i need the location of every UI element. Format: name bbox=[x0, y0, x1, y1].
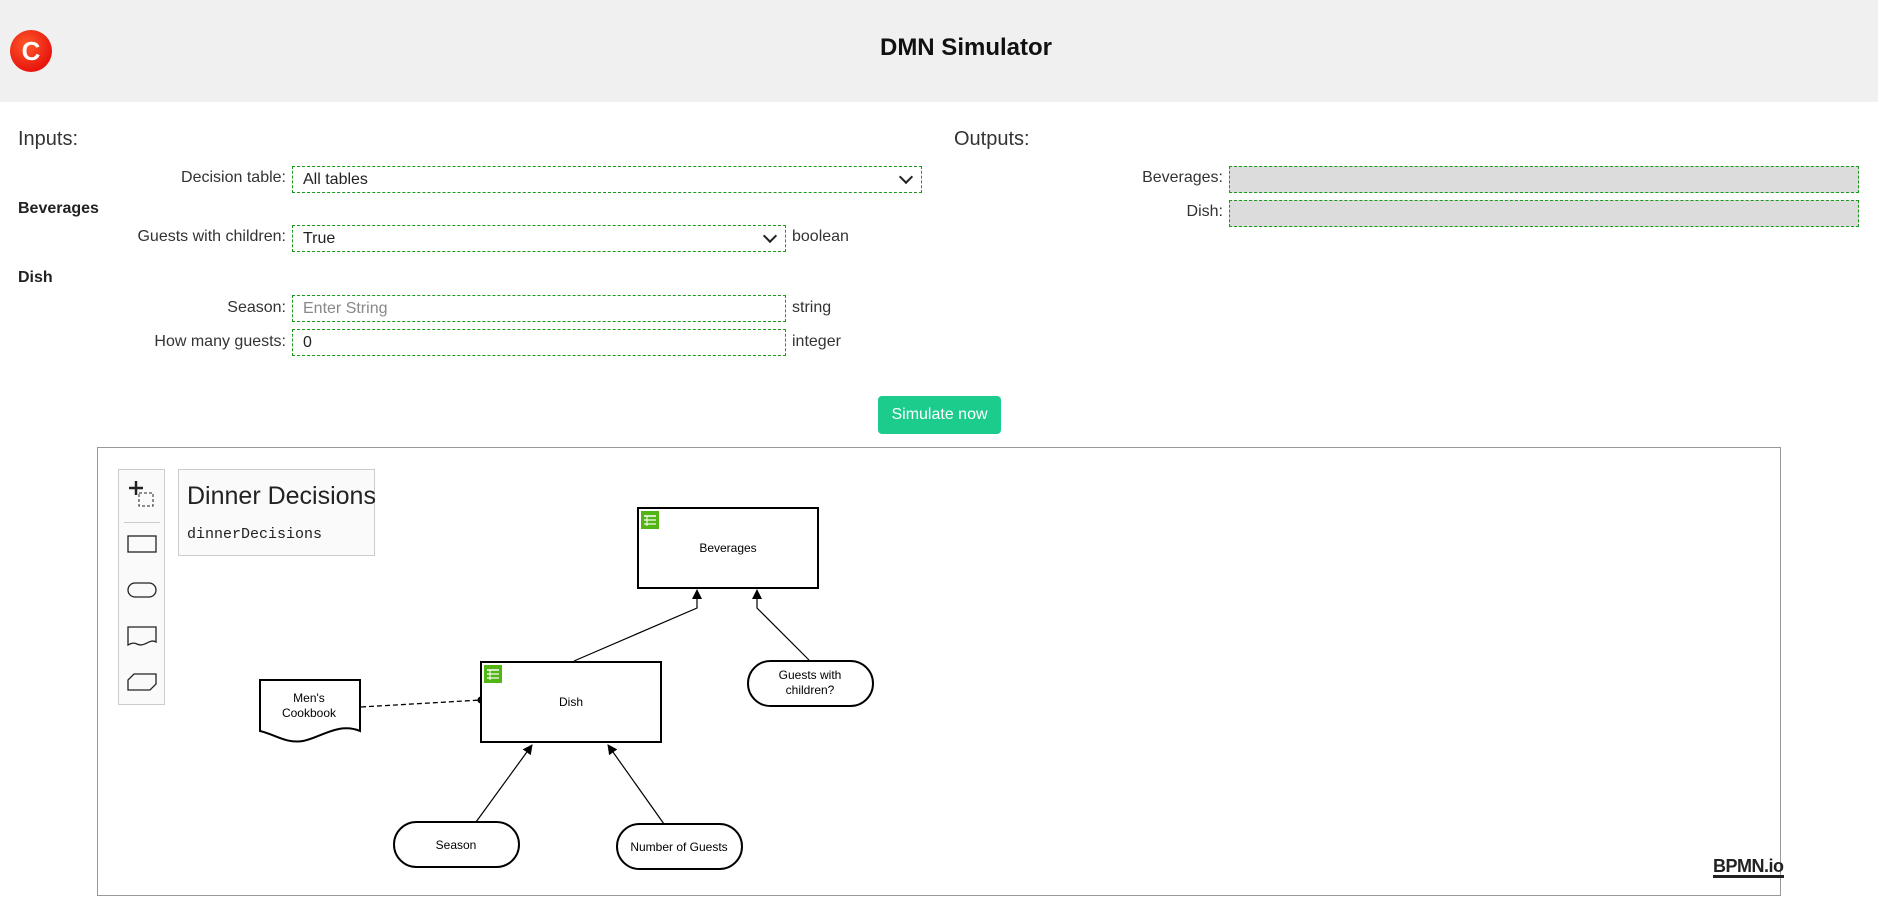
decision-beverages-label: Beverages bbox=[699, 541, 756, 555]
chevron-down-icon bbox=[762, 228, 778, 244]
knowledge-source-label-line2: Cookbook bbox=[282, 706, 337, 720]
input-data-number-of-guests[interactable]: Number of Guests bbox=[616, 823, 743, 870]
decision-dish[interactable]: Dish bbox=[480, 661, 662, 743]
output-dish-label: Dish: bbox=[1186, 203, 1223, 220]
season-label: Season: bbox=[227, 299, 286, 316]
season-type: string bbox=[792, 299, 832, 316]
guests-with-children-select[interactable]: True bbox=[292, 225, 786, 252]
input-season-label: Season bbox=[436, 838, 477, 852]
decision-dish-label: Dish bbox=[559, 695, 583, 709]
how-many-guests-label: How many guests: bbox=[154, 333, 286, 350]
input-data-guests-with-children[interactable]: Guests with children? bbox=[747, 660, 874, 707]
decision-beverages[interactable]: Beverages bbox=[637, 507, 819, 589]
input-guests-label-line2: children? bbox=[786, 683, 835, 697]
requirement-guests-to-beverages[interactable] bbox=[752, 589, 810, 661]
how-many-guests-type: integer bbox=[792, 333, 841, 350]
input-data-season[interactable]: Season bbox=[393, 821, 520, 868]
outputs-section-title: Outputs: bbox=[954, 128, 1030, 150]
decision-table-select[interactable]: All tables bbox=[292, 166, 922, 193]
output-beverages-label: Beverages: bbox=[1142, 169, 1223, 186]
decision-table-value: All tables bbox=[303, 170, 368, 188]
decision-table-label: Decision table: bbox=[181, 169, 286, 186]
requirement-season-to-dish[interactable] bbox=[475, 744, 533, 823]
group-title-dish: Dish bbox=[18, 269, 53, 286]
bpmn-io-watermark[interactable]: BPMN.io bbox=[1713, 857, 1784, 878]
app-header: C DMN Simulator bbox=[0, 0, 1878, 102]
input-number-of-guests-label: Number of Guests bbox=[630, 840, 727, 854]
guests-with-children-type: boolean bbox=[792, 228, 849, 245]
guests-with-children-label: Guests with children: bbox=[137, 228, 286, 245]
dmn-diagram-canvas[interactable]: Dinner Decisions dinnerDecisions Beverag… bbox=[97, 447, 1784, 896]
dmn-diagram: Beverages Dish Guests with children? Men… bbox=[259, 507, 874, 870]
simulate-now-button[interactable]: Simulate now bbox=[878, 396, 1001, 434]
input-guests-label-line1: Guests with bbox=[779, 668, 842, 682]
authority-requirement[interactable] bbox=[360, 699, 482, 708]
knowledge-source-mens-cookbook[interactable]: Men's Cookbook bbox=[259, 679, 361, 743]
output-beverages-field bbox=[1229, 166, 1859, 193]
inputs-section-title: Inputs: bbox=[18, 128, 79, 150]
guests-with-children-value: True bbox=[303, 229, 336, 247]
chevron-down-icon bbox=[898, 169, 914, 185]
requirement-guests-count-to-dish[interactable] bbox=[607, 744, 665, 825]
knowledge-source-label-line1: Men's bbox=[293, 691, 325, 705]
season-input[interactable] bbox=[292, 295, 786, 322]
output-dish-field bbox=[1229, 200, 1859, 227]
how-many-guests-input[interactable] bbox=[292, 329, 786, 356]
page-title: DMN Simulator bbox=[879, 34, 1052, 61]
requirement-dish-to-beverages[interactable] bbox=[573, 589, 702, 662]
group-title-beverages: Beverages bbox=[18, 200, 99, 217]
